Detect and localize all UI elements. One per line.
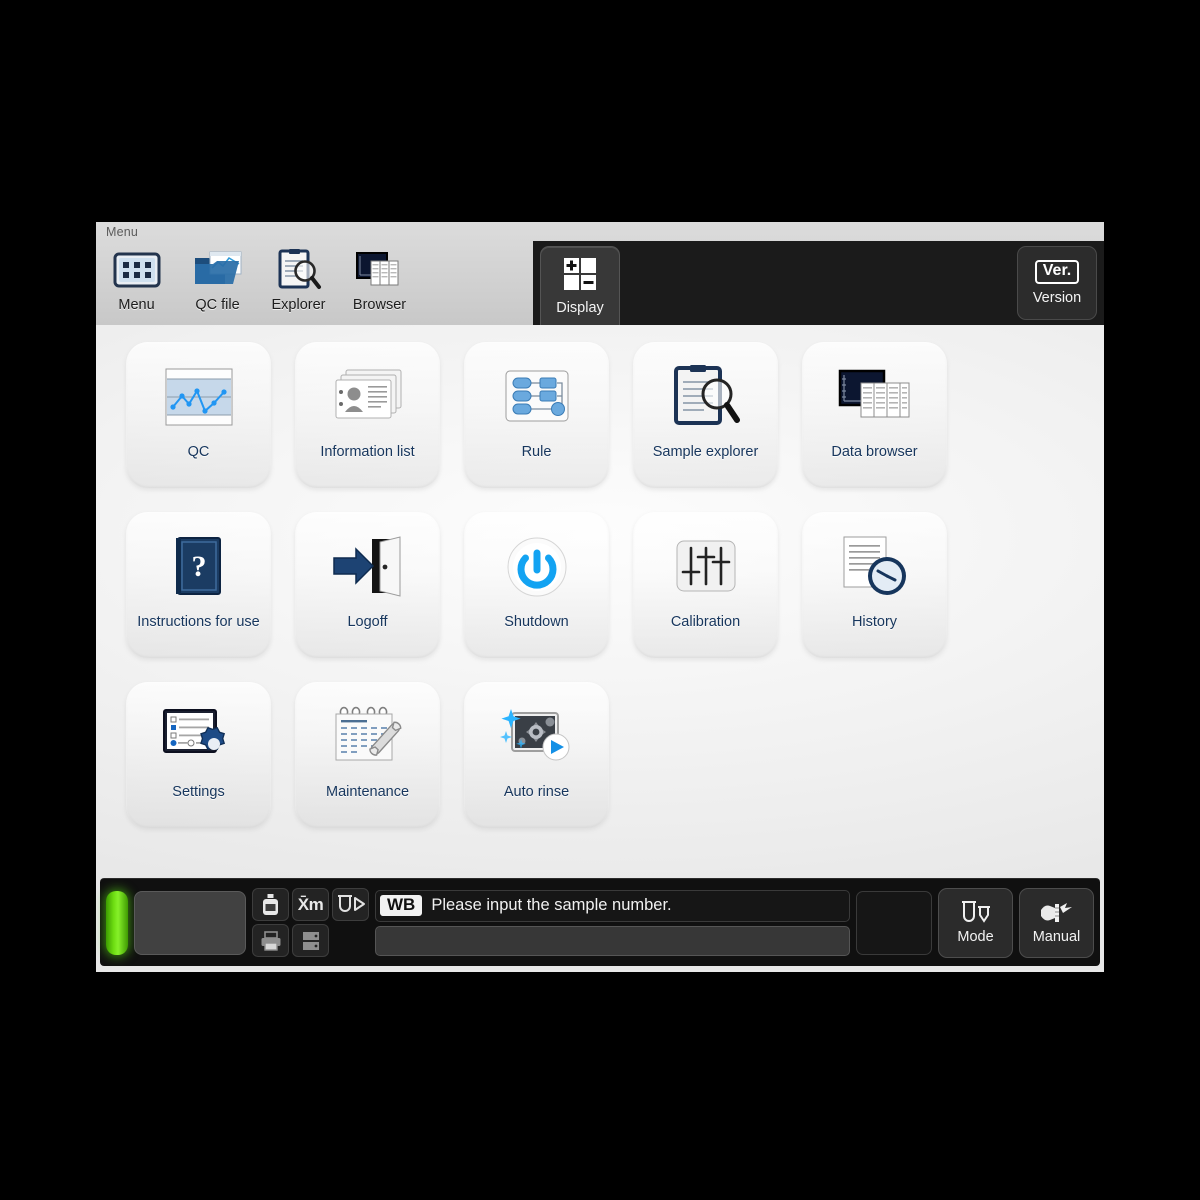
tile-information-list[interactable]: Information list (295, 342, 440, 488)
status-bar: X̄m WB Please input the sample number. M… (100, 878, 1100, 966)
information-list-icon (329, 358, 407, 436)
toolbar-button-qc-file-label: QC file (195, 297, 240, 313)
tile-calibration[interactable]: Calibration (633, 512, 778, 658)
clipboard-magnifier-icon (271, 246, 327, 294)
maintenance-wrench-icon (329, 698, 407, 776)
tile-rule-label: Rule (521, 444, 552, 460)
tile-history-label: History (851, 614, 898, 630)
tile-row: QC Information list Rule Sample explorer… (126, 342, 1074, 512)
status-badge: WB (380, 894, 423, 917)
reagent-bottle-icon[interactable] (252, 888, 289, 921)
auto-rinse-icon (498, 698, 576, 776)
mean-xm-icon[interactable]: X̄m (292, 888, 329, 921)
tile-maintenance-label: Maintenance (325, 784, 410, 800)
tile-history[interactable]: History (802, 512, 947, 658)
tile-maintenance[interactable]: Maintenance (295, 682, 440, 828)
tile-instructions-for-use-label: Instructions for use (137, 614, 260, 630)
status-grid-empty-cell (332, 924, 369, 957)
tile-row: Settings Maintenance Auto rinse (126, 682, 1074, 852)
tile-qc[interactable]: QC (126, 342, 271, 488)
menu-grid-icon (109, 246, 165, 294)
status-secondary-panel (856, 890, 932, 955)
manual-hand-tube-icon (1040, 903, 1072, 922)
tile-sample-explorer-label: Sample explorer (652, 444, 759, 460)
window-caption: Menu (106, 225, 139, 239)
toolbar-button-browser[interactable]: Browser (339, 241, 420, 325)
sample-explorer-icon (667, 358, 745, 436)
qc-chart-icon (160, 358, 238, 436)
tile-shutdown[interactable]: Shutdown (464, 512, 609, 658)
tile-calibration-label: Calibration (670, 614, 741, 630)
manual-button[interactable]: Manual (1019, 887, 1094, 958)
tile-sample-explorer[interactable]: Sample explorer (633, 342, 778, 488)
tile-logoff[interactable]: Logoff (295, 512, 440, 658)
tile-shutdown-label: Shutdown (504, 614, 569, 630)
tile-row: ? Instructions for use Logoff Shutdown C… (126, 512, 1074, 682)
version-button[interactable]: Ver. Version (1017, 246, 1097, 320)
manual-book-icon: ? (160, 528, 238, 606)
svg-text:?: ? (191, 550, 206, 583)
status-lamp-indicator (106, 890, 128, 955)
tile-qc-label: QC (187, 444, 210, 460)
tile-data-browser-label: Data browser (831, 444, 918, 460)
history-clock-icon (836, 528, 914, 606)
tile-auto-rinse[interactable]: Auto rinse (464, 682, 609, 828)
tile-settings[interactable]: Settings (126, 682, 271, 828)
manual-button-label: Manual (1032, 929, 1081, 945)
toolbar-button-menu-label: Menu (118, 297, 155, 313)
qc-file-folder-icon (190, 246, 246, 294)
tile-logoff-label: Logoff (347, 614, 388, 630)
data-browser-icon (836, 358, 914, 436)
status-display-panel (134, 890, 246, 955)
toolbar-button-qc-file[interactable]: QC file (177, 241, 258, 325)
data-browser-icon (352, 246, 408, 294)
tube-feed-icon[interactable] (332, 888, 369, 921)
power-icon (498, 528, 576, 606)
rule-flowchart-icon (498, 358, 576, 436)
tile-settings-label: Settings (172, 784, 225, 800)
settings-gear-icon (160, 698, 238, 776)
top-toolbar: Menu Menu QC file Explorer Browser Displ… (96, 222, 1104, 325)
menu-tile-grid: QC Information list Rule Sample explorer… (96, 325, 1104, 878)
tile-information-list-label: Information list (320, 444, 415, 460)
status-mini-button-grid: X̄m (252, 888, 369, 957)
toolbar-button-explorer[interactable]: Explorer (258, 241, 339, 325)
toolbar-button-browser-label: Browser (352, 297, 407, 313)
mode-button[interactable]: Mode (938, 887, 1013, 958)
toolbar-button-menu[interactable]: Menu (96, 241, 177, 325)
status-message-text: Please input the sample number. (431, 896, 672, 914)
tab-display-label: Display (556, 299, 604, 316)
tile-data-browser[interactable]: Data browser (802, 342, 947, 488)
tube-mode-icon (961, 901, 990, 923)
sliders-icon (667, 528, 745, 606)
mean-xm-label: X̄m (297, 894, 324, 914)
version-badge-icon: Ver. (1034, 260, 1080, 284)
tile-rule[interactable]: Rule (464, 342, 609, 488)
display-quad-icon (563, 257, 597, 295)
printer-icon[interactable] (252, 924, 289, 957)
tile-auto-rinse-label: Auto rinse (503, 784, 570, 800)
version-button-label: Version (1032, 289, 1082, 306)
message-row: WB Please input the sample number. (375, 889, 850, 922)
mode-button-label: Mode (957, 929, 994, 945)
host-server-icon[interactable] (292, 924, 329, 957)
logoff-door-icon (329, 528, 407, 606)
application-window: Menu Menu QC file Explorer Browser Displ… (96, 222, 1104, 972)
toolbar-button-explorer-label: Explorer (271, 297, 326, 313)
message-area: WB Please input the sample number. (375, 888, 850, 958)
tab-display[interactable]: Display (540, 246, 620, 325)
tile-instructions-for-use[interactable]: ? Instructions for use (126, 512, 271, 658)
sample-number-input[interactable] (375, 925, 850, 956)
